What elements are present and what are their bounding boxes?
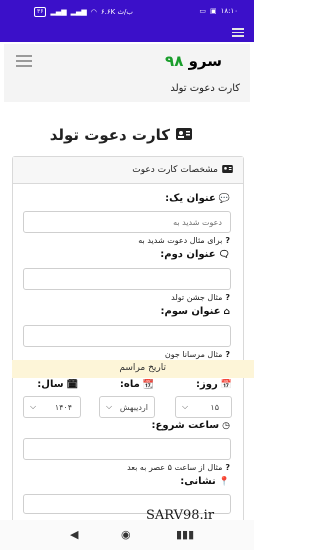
title3-help: ? مثال مرسانا جون: [165, 350, 230, 359]
title3-input[interactable]: [23, 325, 231, 347]
day-select-value: ۱۵: [210, 403, 219, 412]
start-time-input[interactable]: [23, 438, 231, 460]
hamburger-menu-icon[interactable]: [16, 55, 32, 70]
title2-label: 🗨 عنوان دوم:: [160, 249, 230, 260]
back-icon[interactable]: ◀: [70, 528, 78, 541]
month-select[interactable]: اردیبهش ⌵: [99, 396, 155, 418]
clock-icon: ◷: [222, 420, 230, 431]
start-time-help: ? مثال از ساعت ۵ عصر به بعد: [127, 463, 230, 472]
address-label: 📍 نشانی:: [180, 476, 230, 487]
home-icon: ⌂: [223, 306, 230, 317]
title1-input[interactable]: دعوت شدید به: [23, 211, 231, 233]
id-card-icon: [222, 165, 233, 176]
address-label-text: نشانی:: [180, 476, 216, 487]
ceremony-date-section: تاریخ مراسم: [12, 360, 254, 378]
chevron-down-icon: ⌵: [182, 402, 189, 411]
calendar-x-icon: 🗓: [66, 379, 78, 390]
wifi-icon: ◠: [90, 8, 97, 16]
title3-help-text: مثال مرسانا جون: [164, 350, 223, 359]
day-select[interactable]: ۱۵ ⌵: [175, 396, 232, 418]
title1-help-text: برای مثال دعوت شدید به: [138, 236, 223, 245]
breadcrumb: کارت دعوت تولد: [4, 78, 250, 102]
page-title-text: کارت دعوت تولد: [49, 126, 170, 144]
comment-outline-icon: 🗨: [218, 249, 230, 260]
card-header: مشخصات کارت دعوت: [13, 157, 243, 184]
start-time-help-text: مثال از ساعت ۵ عصر به بعد: [127, 463, 223, 472]
map-marker-icon: 📍: [218, 476, 230, 487]
recent-apps-icon[interactable]: ▮▮▮: [176, 528, 194, 541]
title2-input[interactable]: [23, 268, 231, 290]
site-navbar: سرو ۹۸: [4, 44, 250, 79]
signal-icon: ▂▄▆: [50, 8, 67, 16]
title2-help-text: مثال جشن تولد: [171, 293, 223, 302]
title2-help: ? مثال جشن تولد: [171, 293, 230, 302]
brand-text: سرو: [188, 52, 222, 70]
card-header-text: مشخصات کارت دعوت: [132, 165, 218, 175]
question-icon: ?: [225, 463, 230, 472]
month-label: 📆 ماه:: [120, 379, 154, 390]
year-label-text: سال:: [37, 379, 64, 390]
day-label-text: روز:: [196, 379, 218, 390]
site-logo[interactable]: سرو ۹۸: [165, 52, 222, 70]
title1-help: ? برای مثال دعوت شدید به: [138, 236, 230, 245]
screen-icon: ▭: [199, 7, 206, 15]
network-speed: ۶.۶K ب/ث: [100, 8, 133, 16]
question-icon: ?: [225, 350, 230, 359]
day-label: 📅 روز:: [196, 379, 232, 390]
year-select-value: ۱۴۰۴: [54, 403, 72, 412]
question-icon: ?: [225, 293, 230, 302]
year-select[interactable]: ۱۴۰۴ ⌵: [23, 396, 81, 418]
battery-indicator: ۳۶: [34, 7, 47, 17]
comment-icon: 💬: [218, 193, 230, 204]
status-time: ۱۸:۱۰: [220, 7, 238, 15]
month-label-text: ماه:: [119, 379, 140, 390]
title1-label-text: عنوان یک:: [165, 193, 216, 204]
id-card-icon: [176, 126, 192, 144]
signal-icon-2: ▂▄▆: [70, 8, 87, 16]
title1-label: 💬 عنوان یک:: [165, 193, 230, 204]
overflow-menu-icon[interactable]: [232, 28, 244, 39]
question-icon: ?: [225, 236, 230, 245]
android-nav-bar: ◀ ◉ ▮▮▮: [0, 520, 254, 550]
title3-label-text: عنوان سوم:: [160, 306, 221, 317]
lock-icon: ▣: [209, 7, 217, 15]
breadcrumb-item[interactable]: کارت دعوت تولد: [170, 83, 240, 94]
title3-label: ⌂ عنوان سوم:: [160, 306, 230, 317]
chevron-down-icon: ⌵: [30, 402, 37, 411]
brand-number: ۹۸: [165, 52, 184, 70]
title2-label-text: عنوان دوم:: [160, 249, 216, 260]
chevron-down-icon: ⌵: [106, 402, 113, 411]
ceremony-date-title: تاریخ مراسم: [119, 363, 166, 373]
app-top-bar: [0, 22, 254, 42]
year-label: 🗓 سال:: [37, 379, 78, 390]
home-button-icon[interactable]: ◉: [121, 528, 131, 541]
status-bar: ۳۶ ▂▄▆ ▂▄▆ ◠ ۶.۶K ب/ث ▭ ▣ ۱۸:۱۰: [0, 0, 254, 22]
month-select-value: اردیبهش: [119, 403, 148, 412]
start-time-label-text: ساعت شروع:: [151, 420, 220, 431]
start-time-label: ◷ ساعت شروع:: [152, 420, 230, 431]
calendar-check-icon: 📆: [142, 379, 154, 390]
page-title: کارت دعوت تولد: [50, 126, 192, 144]
title1-input-value: دعوت شدید به: [173, 218, 222, 227]
calendar-icon: 📅: [220, 379, 232, 390]
